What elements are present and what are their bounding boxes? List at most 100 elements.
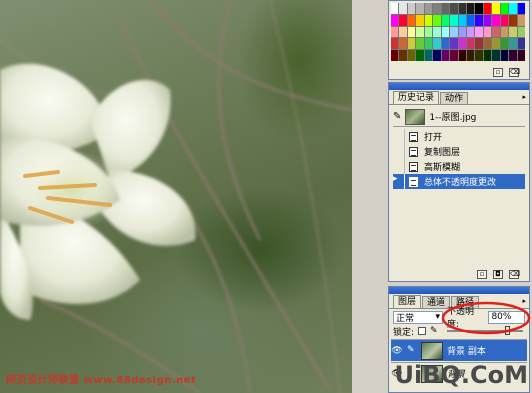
color-swatch[interactable] bbox=[391, 26, 399, 38]
color-swatch[interactable] bbox=[500, 3, 509, 14]
color-swatch[interactable] bbox=[407, 38, 416, 50]
color-swatch[interactable] bbox=[424, 50, 433, 61]
color-swatch[interactable] bbox=[483, 38, 492, 50]
color-swatch[interactable] bbox=[466, 14, 475, 26]
color-swatch[interactable] bbox=[492, 38, 500, 50]
camera-icon[interactable]: ◘ bbox=[493, 269, 503, 279]
color-swatch[interactable] bbox=[517, 14, 525, 26]
color-swatch[interactable] bbox=[509, 38, 517, 50]
menu-arrow-icon[interactable]: ▸ bbox=[522, 297, 526, 305]
color-swatch[interactable] bbox=[475, 38, 483, 50]
lock-transparency-toggle[interactable] bbox=[418, 327, 427, 335]
layers-titlebar[interactable] bbox=[389, 287, 529, 294]
color-swatch[interactable] bbox=[424, 38, 433, 50]
color-swatch[interactable] bbox=[458, 3, 466, 14]
tab-history[interactable]: 历史记录 bbox=[393, 91, 440, 104]
color-swatch[interactable] bbox=[399, 38, 407, 50]
trash-icon[interactable]: ⌫ bbox=[509, 67, 520, 77]
color-swatch[interactable] bbox=[424, 14, 433, 26]
color-swatch[interactable] bbox=[399, 14, 407, 26]
color-swatch[interactable] bbox=[433, 26, 441, 38]
color-swatch[interactable] bbox=[483, 3, 492, 14]
color-swatch[interactable] bbox=[399, 50, 407, 61]
color-swatch[interactable] bbox=[500, 14, 509, 26]
color-swatch[interactable] bbox=[441, 3, 450, 14]
color-swatch[interactable] bbox=[416, 38, 424, 50]
color-swatch[interactable] bbox=[466, 3, 475, 14]
color-swatch[interactable] bbox=[492, 50, 500, 61]
color-swatch[interactable] bbox=[441, 50, 450, 61]
color-swatch[interactable] bbox=[450, 50, 458, 61]
color-swatch[interactable] bbox=[458, 38, 466, 50]
swatch-grid[interactable] bbox=[391, 3, 525, 61]
color-swatch[interactable] bbox=[458, 50, 466, 61]
color-swatch[interactable] bbox=[407, 14, 416, 26]
color-swatch[interactable] bbox=[391, 38, 399, 50]
tab-layers[interactable]: 图层 bbox=[393, 295, 422, 308]
layer-row-active[interactable]: 👁 ✎ 背景 副本 bbox=[391, 339, 527, 361]
color-swatch[interactable] bbox=[416, 14, 424, 26]
color-swatch[interactable] bbox=[391, 14, 399, 26]
color-swatch[interactable] bbox=[441, 26, 450, 38]
history-source-cell[interactable] bbox=[393, 159, 405, 174]
color-swatch[interactable] bbox=[424, 26, 433, 38]
color-swatch[interactable] bbox=[509, 14, 517, 26]
color-swatch[interactable] bbox=[407, 50, 416, 61]
color-swatch[interactable] bbox=[407, 26, 416, 38]
tab-channels[interactable]: 通道 bbox=[422, 296, 451, 308]
brush-icon[interactable]: ✎ bbox=[430, 326, 438, 336]
color-swatch[interactable] bbox=[399, 3, 407, 14]
color-swatch[interactable] bbox=[450, 14, 458, 26]
opacity-slider[interactable] bbox=[447, 326, 523, 335]
color-swatch[interactable] bbox=[475, 14, 483, 26]
color-swatch[interactable] bbox=[483, 14, 492, 26]
image-canvas[interactable]: 网页设计师联盟 www.68design.net bbox=[0, 0, 352, 393]
color-swatch[interactable] bbox=[517, 26, 525, 38]
new-document-icon[interactable]: ▫ bbox=[493, 67, 503, 77]
history-item[interactable]: 打开 bbox=[393, 129, 525, 144]
color-swatch[interactable] bbox=[509, 3, 517, 14]
color-swatch[interactable] bbox=[492, 3, 500, 14]
color-swatch[interactable] bbox=[509, 26, 517, 38]
color-swatch[interactable] bbox=[433, 50, 441, 61]
color-swatch[interactable] bbox=[509, 50, 517, 61]
color-swatch[interactable] bbox=[450, 3, 458, 14]
eye-icon[interactable]: 👁 bbox=[391, 345, 403, 357]
color-swatch[interactable] bbox=[517, 38, 525, 50]
color-swatch[interactable] bbox=[407, 3, 416, 14]
color-swatch[interactable] bbox=[483, 50, 492, 61]
color-swatch[interactable] bbox=[492, 26, 500, 38]
history-item-selected[interactable]: ▸ 总体不透明度更改 bbox=[393, 174, 525, 189]
color-swatch[interactable] bbox=[500, 50, 509, 61]
color-swatch[interactable] bbox=[466, 38, 475, 50]
color-swatch[interactable] bbox=[466, 26, 475, 38]
history-source-cell[interactable] bbox=[393, 144, 405, 159]
color-swatch[interactable] bbox=[391, 3, 399, 14]
color-swatch[interactable] bbox=[458, 14, 466, 26]
color-swatch[interactable] bbox=[416, 3, 424, 14]
color-swatch[interactable] bbox=[500, 26, 509, 38]
history-item[interactable]: 高斯模糊 bbox=[393, 159, 525, 174]
color-swatch[interactable] bbox=[450, 38, 458, 50]
color-swatch[interactable] bbox=[441, 14, 450, 26]
color-swatch[interactable] bbox=[399, 26, 407, 38]
history-snapshot[interactable]: ✎ 1--原图.jpg bbox=[393, 107, 525, 127]
new-document-icon[interactable]: ▫ bbox=[477, 269, 487, 279]
blend-mode-select[interactable]: 正常 ▾ bbox=[393, 310, 444, 324]
trash-icon[interactable]: ⌫ bbox=[509, 269, 520, 279]
brush-icon[interactable]: ✎ bbox=[407, 345, 417, 357]
history-source-cell[interactable] bbox=[393, 129, 405, 144]
opacity-input[interactable]: 80% bbox=[488, 310, 525, 324]
color-swatch[interactable] bbox=[500, 38, 509, 50]
color-swatch[interactable] bbox=[458, 26, 466, 38]
history-item[interactable]: 复制图层 bbox=[393, 144, 525, 159]
color-swatch[interactable] bbox=[433, 38, 441, 50]
color-swatch[interactable] bbox=[517, 3, 525, 14]
color-swatch[interactable] bbox=[391, 50, 399, 61]
color-swatch[interactable] bbox=[433, 14, 441, 26]
color-swatch[interactable] bbox=[475, 3, 483, 14]
history-brush-icon[interactable]: ✎ bbox=[393, 111, 401, 122]
color-swatch[interactable] bbox=[441, 38, 450, 50]
history-titlebar[interactable] bbox=[389, 83, 529, 90]
color-swatch[interactable] bbox=[416, 26, 424, 38]
